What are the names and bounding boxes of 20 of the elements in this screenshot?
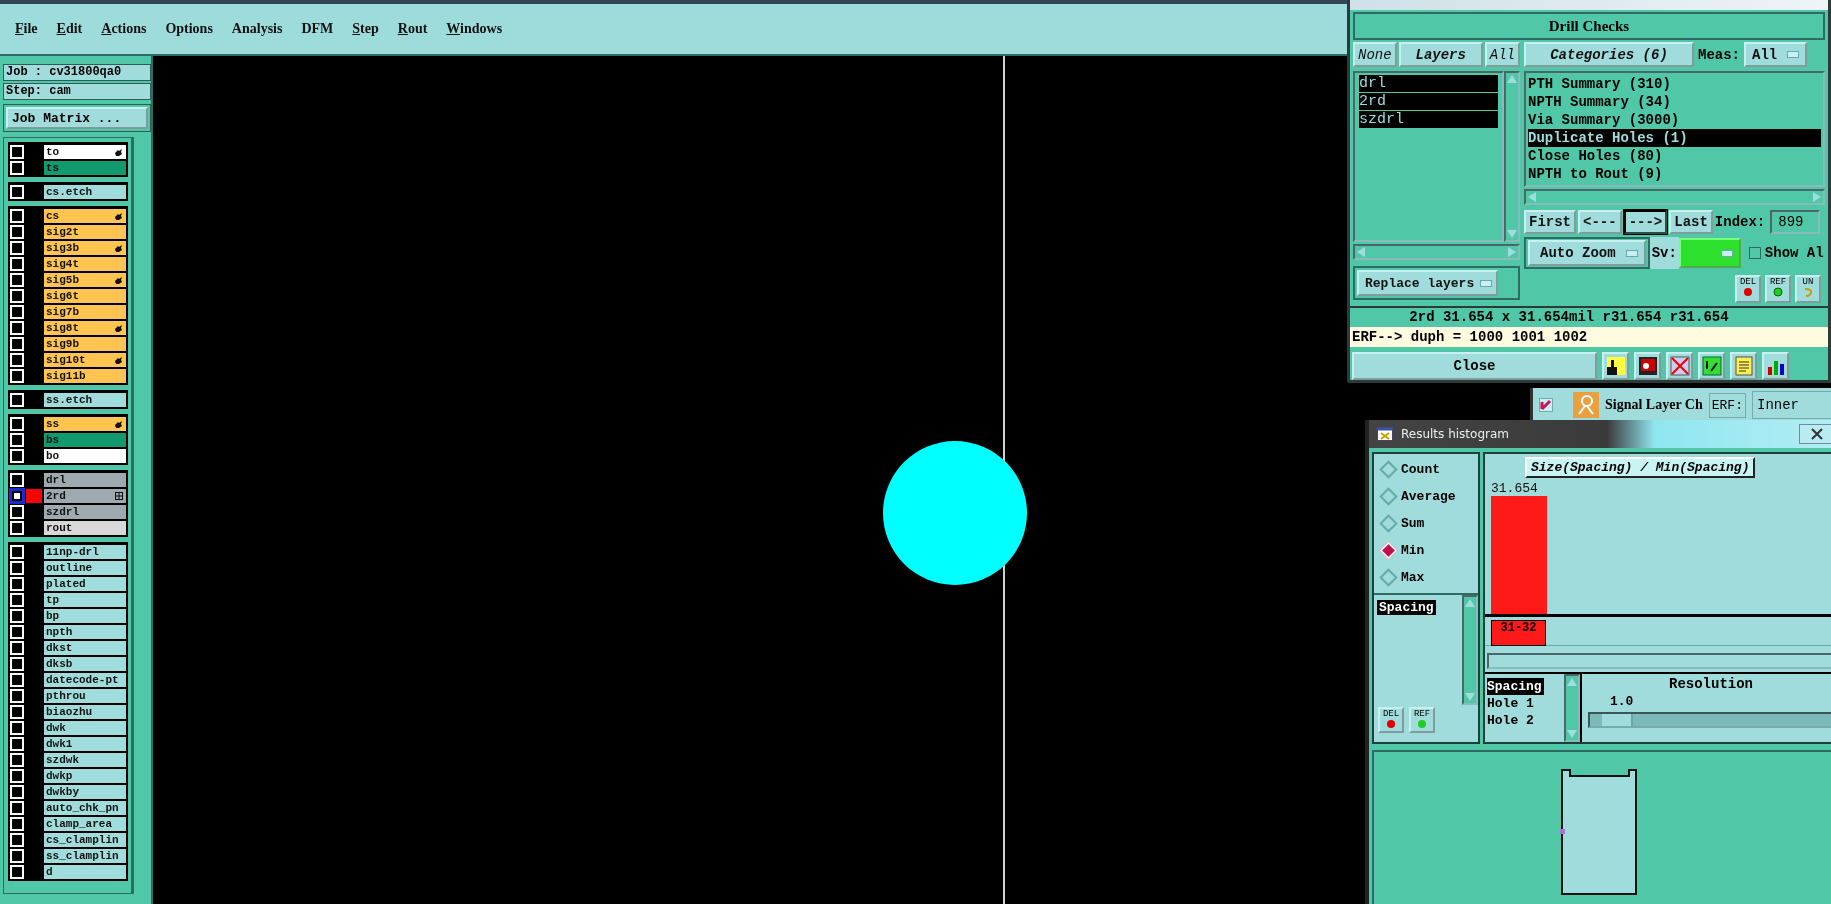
- window-title: Drill Checks: [1353, 12, 1825, 40]
- bin-label: 31-32: [1491, 620, 1546, 646]
- radio-label: Min: [1401, 543, 1425, 558]
- radio-label: Max: [1401, 570, 1425, 585]
- resolution-value: 1.0: [1609, 694, 1635, 709]
- resolution-label: Resolution: [1668, 676, 1754, 692]
- bar-value: 31.654: [1491, 481, 1538, 496]
- window-title: Results histogram: [1401, 427, 1509, 441]
- step-label: Step: cam: [3, 83, 151, 100]
- radio-label: Average: [1401, 489, 1456, 504]
- check-name: Signal Layer Ch: [1605, 397, 1703, 413]
- histogram-title: Size(Spacing) / Min(Spacing): [1525, 457, 1756, 478]
- show-all-label: Show Al: [1764, 245, 1824, 261]
- erf-label: ERF:: [1708, 392, 1746, 418]
- job-label: Job : cv31800qa0: [3, 64, 151, 81]
- sv-label: Sv:: [1649, 237, 1679, 269]
- meas-label: Meas:: [1698, 46, 1740, 63]
- radio-label: Count: [1401, 462, 1440, 477]
- radio-label: Sum: [1401, 516, 1425, 531]
- index-label: Index:: [1714, 213, 1766, 230]
